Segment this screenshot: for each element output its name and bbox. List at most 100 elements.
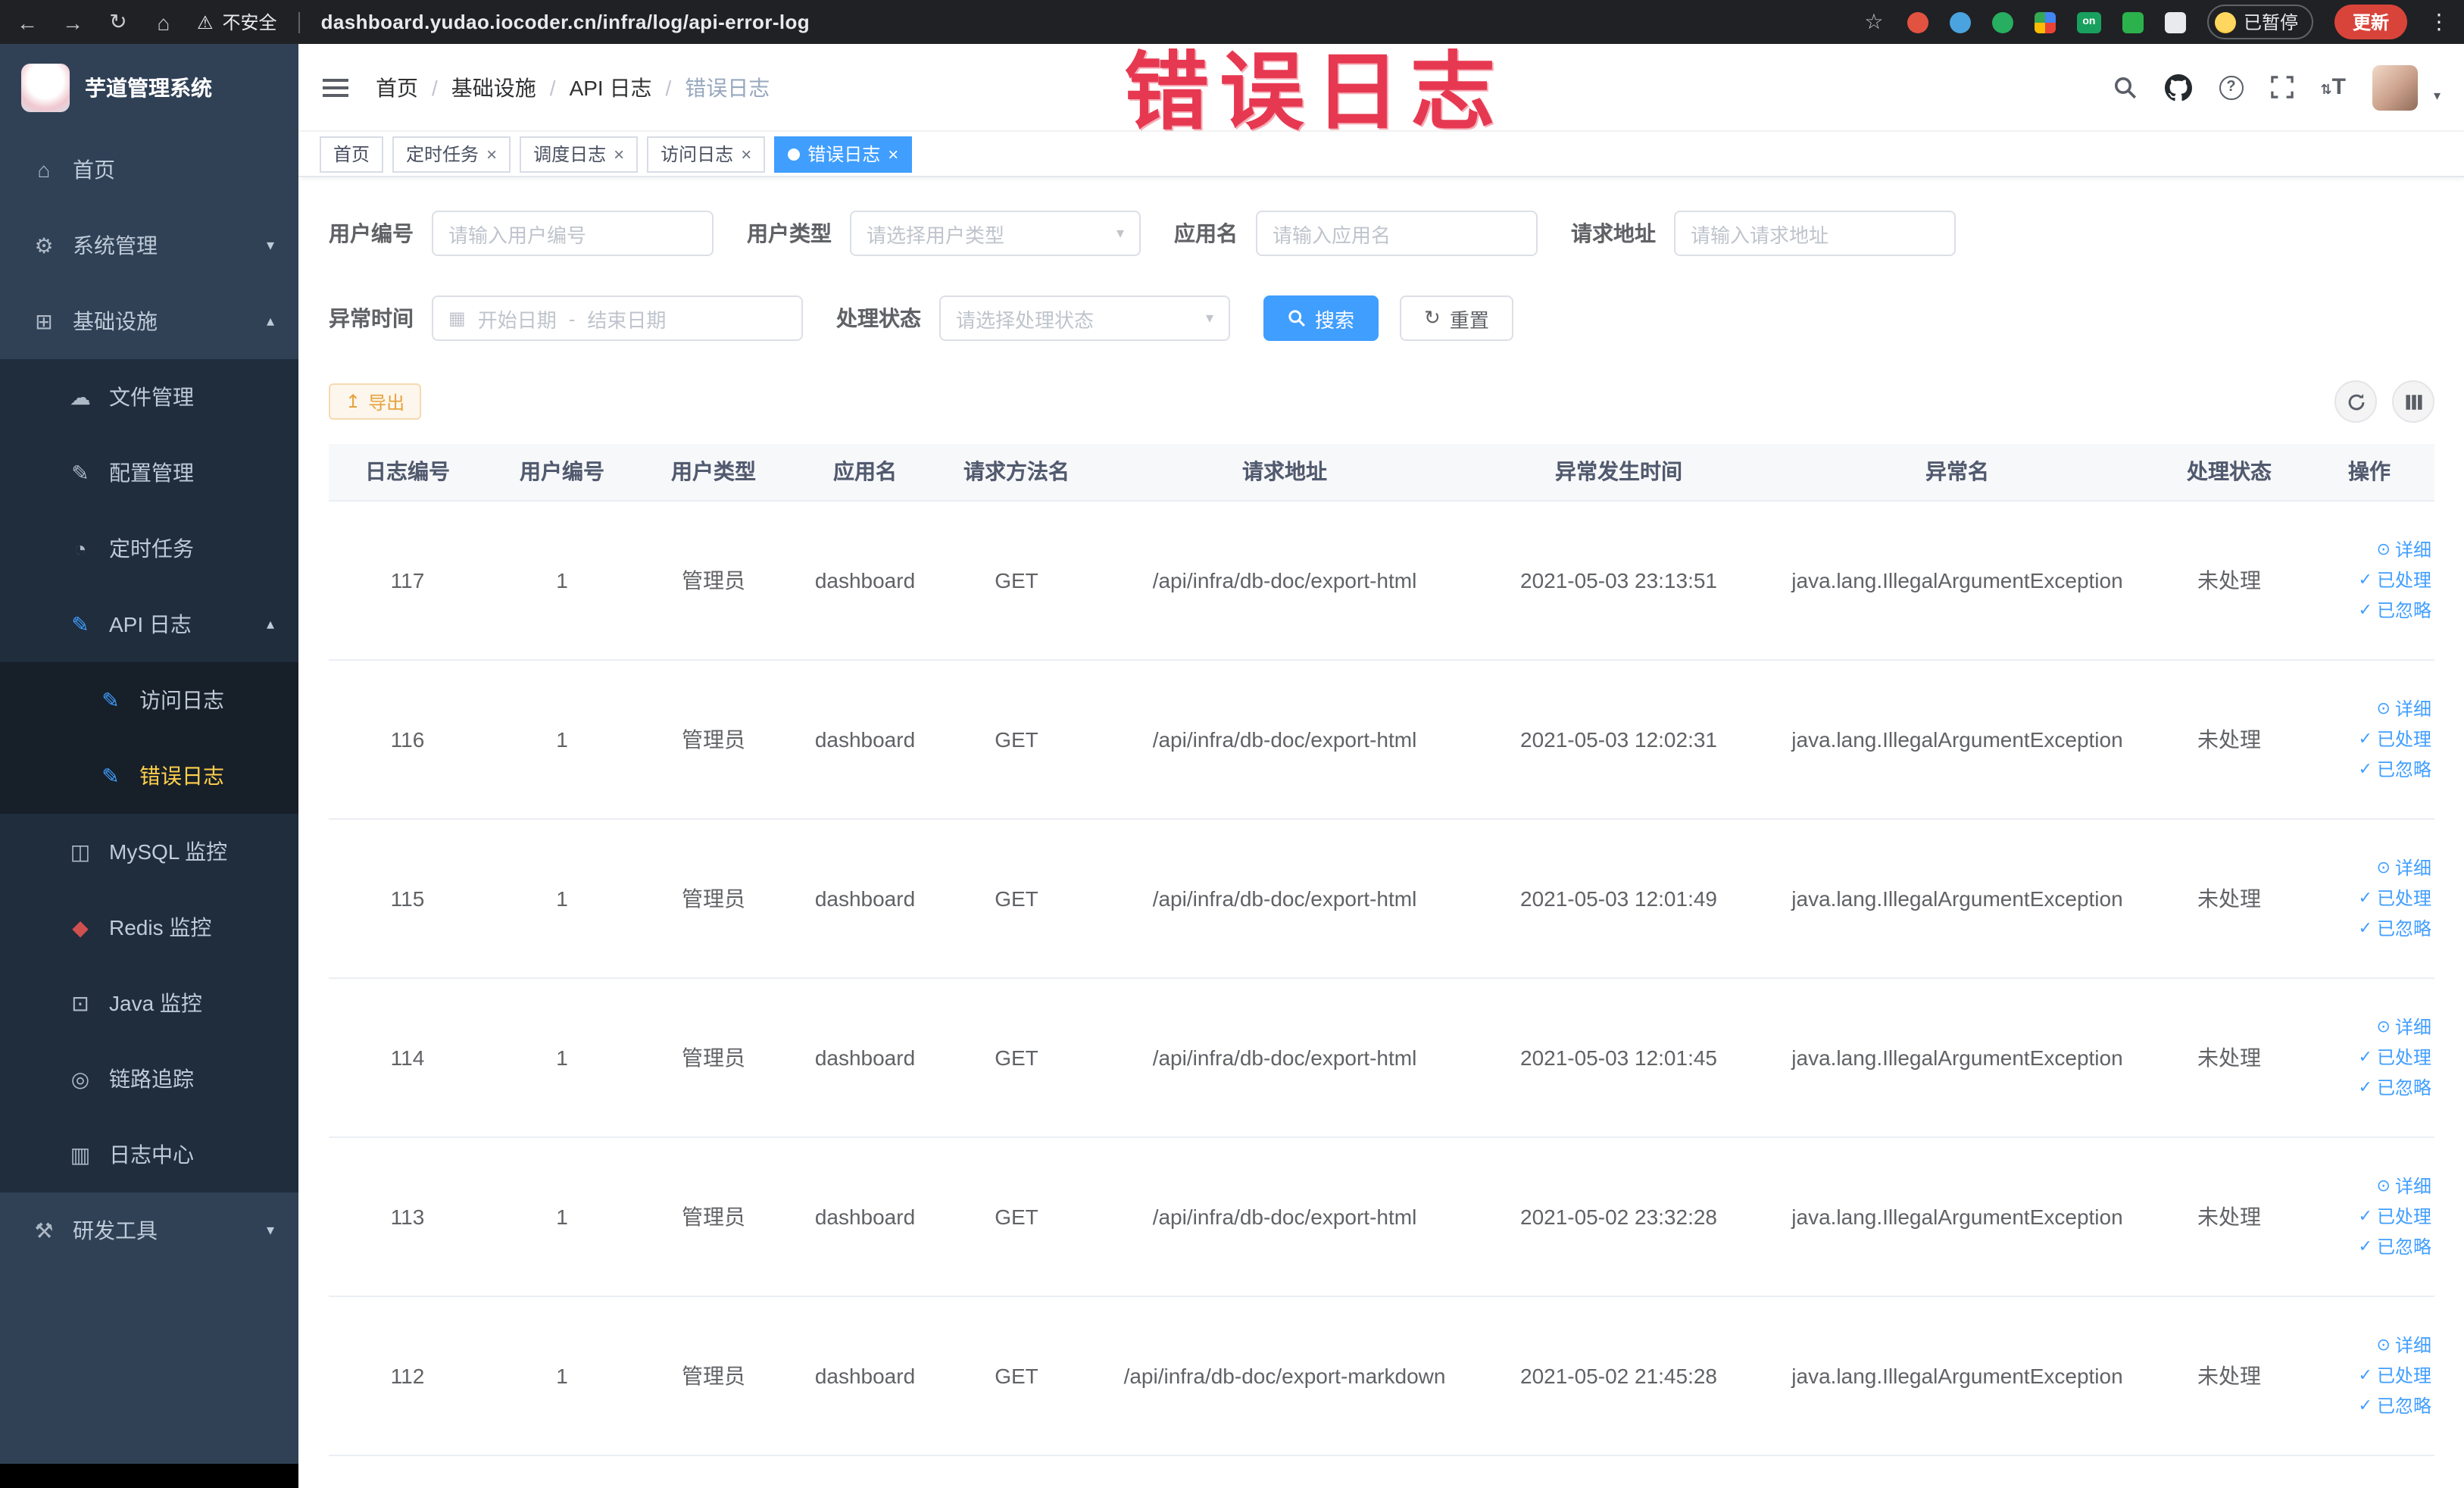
- extension-icon-2[interactable]: [1949, 11, 1971, 33]
- close-icon[interactable]: ×: [741, 143, 751, 164]
- detail-link[interactable]: ⊙ 详细: [2377, 1173, 2431, 1199]
- extension-icon-1[interactable]: [1907, 11, 1928, 33]
- detail-link[interactable]: ⊙ 详细: [2377, 1332, 2431, 1358]
- tab-label: 调度日志: [533, 144, 607, 165]
- ignore-link[interactable]: ✓ 已忽略: [2359, 597, 2431, 623]
- sidebar-item-dev-tools[interactable]: ⚒ 研发工具 ▾: [0, 1193, 298, 1268]
- detail-link[interactable]: ⊙ 详细: [2377, 1014, 2431, 1039]
- back-icon[interactable]: ←: [15, 10, 39, 34]
- reset-button[interactable]: ↻ 重置: [1400, 295, 1513, 341]
- forward-icon[interactable]: →: [61, 10, 85, 34]
- sidebar-item-file-manage[interactable]: ☁ 文件管理: [0, 359, 298, 435]
- sidebar-item-access-log[interactable]: ✎ 访问日志: [0, 662, 298, 738]
- update-button[interactable]: 更新: [2334, 5, 2407, 39]
- ignore-link[interactable]: ✓ 已忽略: [2359, 1233, 2431, 1259]
- content-area: 用户编号 请输入用户编号 用户类型 请选择用户类型 ▾ 应用名 请输入应用名 请…: [298, 177, 2464, 1488]
- detail-link[interactable]: ⊙ 详细: [2377, 696, 2431, 721]
- extension-icon-4[interactable]: [2034, 11, 2056, 33]
- tab-error-log[interactable]: 错误日志 ×: [774, 136, 913, 172]
- sidebar-item-label: 链路追踪: [109, 1067, 194, 1091]
- col-log-id: 日志编号: [329, 444, 486, 501]
- ignore-link[interactable]: ✓ 已忽略: [2359, 915, 2431, 941]
- sidebar: 芋道管理系统 ⌂ 首页 ⚙ 系统管理 ▾ ⊞ 基础设施 ▴ ☁ 文件管理 ✎ 配…: [0, 44, 298, 1488]
- reload-icon[interactable]: ↻: [106, 9, 130, 35]
- app-name-input[interactable]: 请输入应用名: [1256, 211, 1538, 256]
- extension-icon-6[interactable]: [2122, 11, 2144, 33]
- processed-link[interactable]: ✓ 已处理: [2359, 1362, 2431, 1388]
- date-range-input[interactable]: ▦ 开始日期 - 结束日期: [432, 295, 803, 341]
- browser-home-icon[interactable]: ⌂: [151, 10, 176, 34]
- sidebar-item-system[interactable]: ⚙ 系统管理 ▾: [0, 208, 298, 283]
- sidebar-item-label: 配置管理: [109, 461, 194, 485]
- cell-exception: java.lang.IllegalArgumentException: [1760, 977, 2154, 1137]
- detail-link[interactable]: ⊙ 详细: [2377, 536, 2431, 562]
- url-bar[interactable]: dashboard.yudao.iocoder.cn/infra/log/api…: [321, 11, 810, 33]
- sidebar-item-home[interactable]: ⌂ 首页: [0, 132, 298, 208]
- tab-schedule-log[interactable]: 调度日志 ×: [520, 136, 639, 172]
- sidebar-item-tracing[interactable]: ◎ 链路追踪: [0, 1041, 298, 1117]
- hamburger-icon[interactable]: [323, 78, 348, 96]
- refresh-button[interactable]: [2334, 380, 2377, 423]
- extension-icon-7[interactable]: [2164, 11, 2186, 33]
- close-icon[interactable]: ×: [486, 143, 497, 164]
- security-chip[interactable]: ⚠ 不安全: [197, 9, 277, 35]
- processed-link[interactable]: ✓ 已处理: [2359, 1203, 2431, 1229]
- sidebar-item-mysql-monitor[interactable]: ◫ MySQL 监控: [0, 814, 298, 889]
- ignore-link[interactable]: ✓ 已忽略: [2359, 1393, 2431, 1418]
- sidebar-item-java-monitor[interactable]: ⊡ Java 监控: [0, 965, 298, 1041]
- tab-home[interactable]: 首页: [320, 136, 384, 172]
- extension-icon-5[interactable]: on: [2076, 11, 2101, 33]
- cell-url: /api/infra/db-doc/export-html: [1092, 1136, 1477, 1296]
- request-url-input[interactable]: 请输入请求地址: [1674, 211, 1956, 256]
- smiley-icon: [2214, 11, 2236, 33]
- column-settings-button[interactable]: [2392, 380, 2434, 423]
- sidebar-item-redis-monitor[interactable]: ◆ Redis 监控: [0, 889, 298, 965]
- breadcrumb-item[interactable]: 基础设施: [451, 72, 536, 102]
- top-navbar: 首页 / 基础设施 / API 日志 / 错误日志 ? ⇅T ▾: [298, 44, 2464, 132]
- ignore-link[interactable]: ✓ 已忽略: [2359, 1074, 2431, 1100]
- search-button[interactable]: 搜索: [1263, 295, 1379, 341]
- cell-method: GET: [941, 500, 1092, 660]
- edit-icon: ✎: [71, 460, 89, 484]
- paused-badge[interactable]: 已暂停: [2206, 5, 2313, 39]
- search-icon[interactable]: [2113, 75, 2138, 99]
- sidebar-item-log-center[interactable]: ▥ 日志中心: [0, 1117, 298, 1193]
- tab-access-log[interactable]: 访问日志 ×: [647, 136, 766, 172]
- export-button[interactable]: ↥ 导出: [329, 383, 422, 420]
- user-type-select[interactable]: 请选择用户类型 ▾: [850, 211, 1141, 256]
- processed-link[interactable]: ✓ 已处理: [2359, 1044, 2431, 1070]
- breadcrumb-item[interactable]: 首页: [376, 72, 418, 102]
- avatar[interactable]: [2372, 64, 2419, 110]
- sidebar-item-api-log[interactable]: ✎ API 日志 ▴: [0, 586, 298, 662]
- processed-link[interactable]: ✓ 已处理: [2359, 885, 2431, 911]
- error-log-table: 日志编号 用户编号 用户类型 应用名 请求方法名 请求地址 异常发生时间 异常名…: [329, 444, 2434, 1455]
- processed-link[interactable]: ✓ 已处理: [2359, 567, 2431, 592]
- status-select[interactable]: 请选择处理状态 ▾: [939, 295, 1230, 341]
- extension-icon-3[interactable]: [1991, 11, 2013, 33]
- close-icon[interactable]: ×: [614, 143, 624, 164]
- github-icon[interactable]: [2164, 73, 2192, 101]
- sidebar-item-infra[interactable]: ⊞ 基础设施 ▴: [0, 283, 298, 359]
- tab-scheduled-jobs[interactable]: 定时任务 ×: [392, 136, 511, 172]
- ignore-link[interactable]: ✓ 已忽略: [2359, 756, 2431, 782]
- sidebar-item-config-manage[interactable]: ✎ 配置管理: [0, 435, 298, 511]
- detail-link[interactable]: ⊙ 详细: [2377, 855, 2431, 880]
- java-icon: ⊡: [71, 990, 89, 1014]
- help-icon[interactable]: ?: [2219, 75, 2244, 99]
- caret-down-icon[interactable]: ▾: [2434, 87, 2441, 104]
- sidebar-item-label: Redis 监控: [109, 915, 212, 939]
- sidebar-logo[interactable]: 芋道管理系统: [0, 44, 298, 132]
- fullscreen-icon[interactable]: [2270, 76, 2294, 98]
- browser-menu-icon[interactable]: ⋮: [2428, 9, 2450, 35]
- font-size-icon[interactable]: ⇅T: [2321, 74, 2346, 100]
- cell-url: /api/infra/db-doc/export-markdown: [1092, 1296, 1477, 1455]
- user-id-input[interactable]: 请输入用户编号: [432, 211, 714, 256]
- processed-link[interactable]: ✓ 已处理: [2359, 726, 2431, 752]
- close-icon[interactable]: ×: [888, 143, 898, 164]
- breadcrumb-item[interactable]: API 日志: [570, 72, 652, 102]
- breadcrumb-item-current: 错误日志: [685, 75, 770, 99]
- sidebar-item-error-log[interactable]: ✎ 错误日志: [0, 738, 298, 814]
- bookmark-star-icon[interactable]: ☆: [1862, 9, 1886, 35]
- cell-method: GET: [941, 1296, 1092, 1455]
- sidebar-item-scheduled-jobs[interactable]: ◔ 定时任务: [0, 511, 298, 586]
